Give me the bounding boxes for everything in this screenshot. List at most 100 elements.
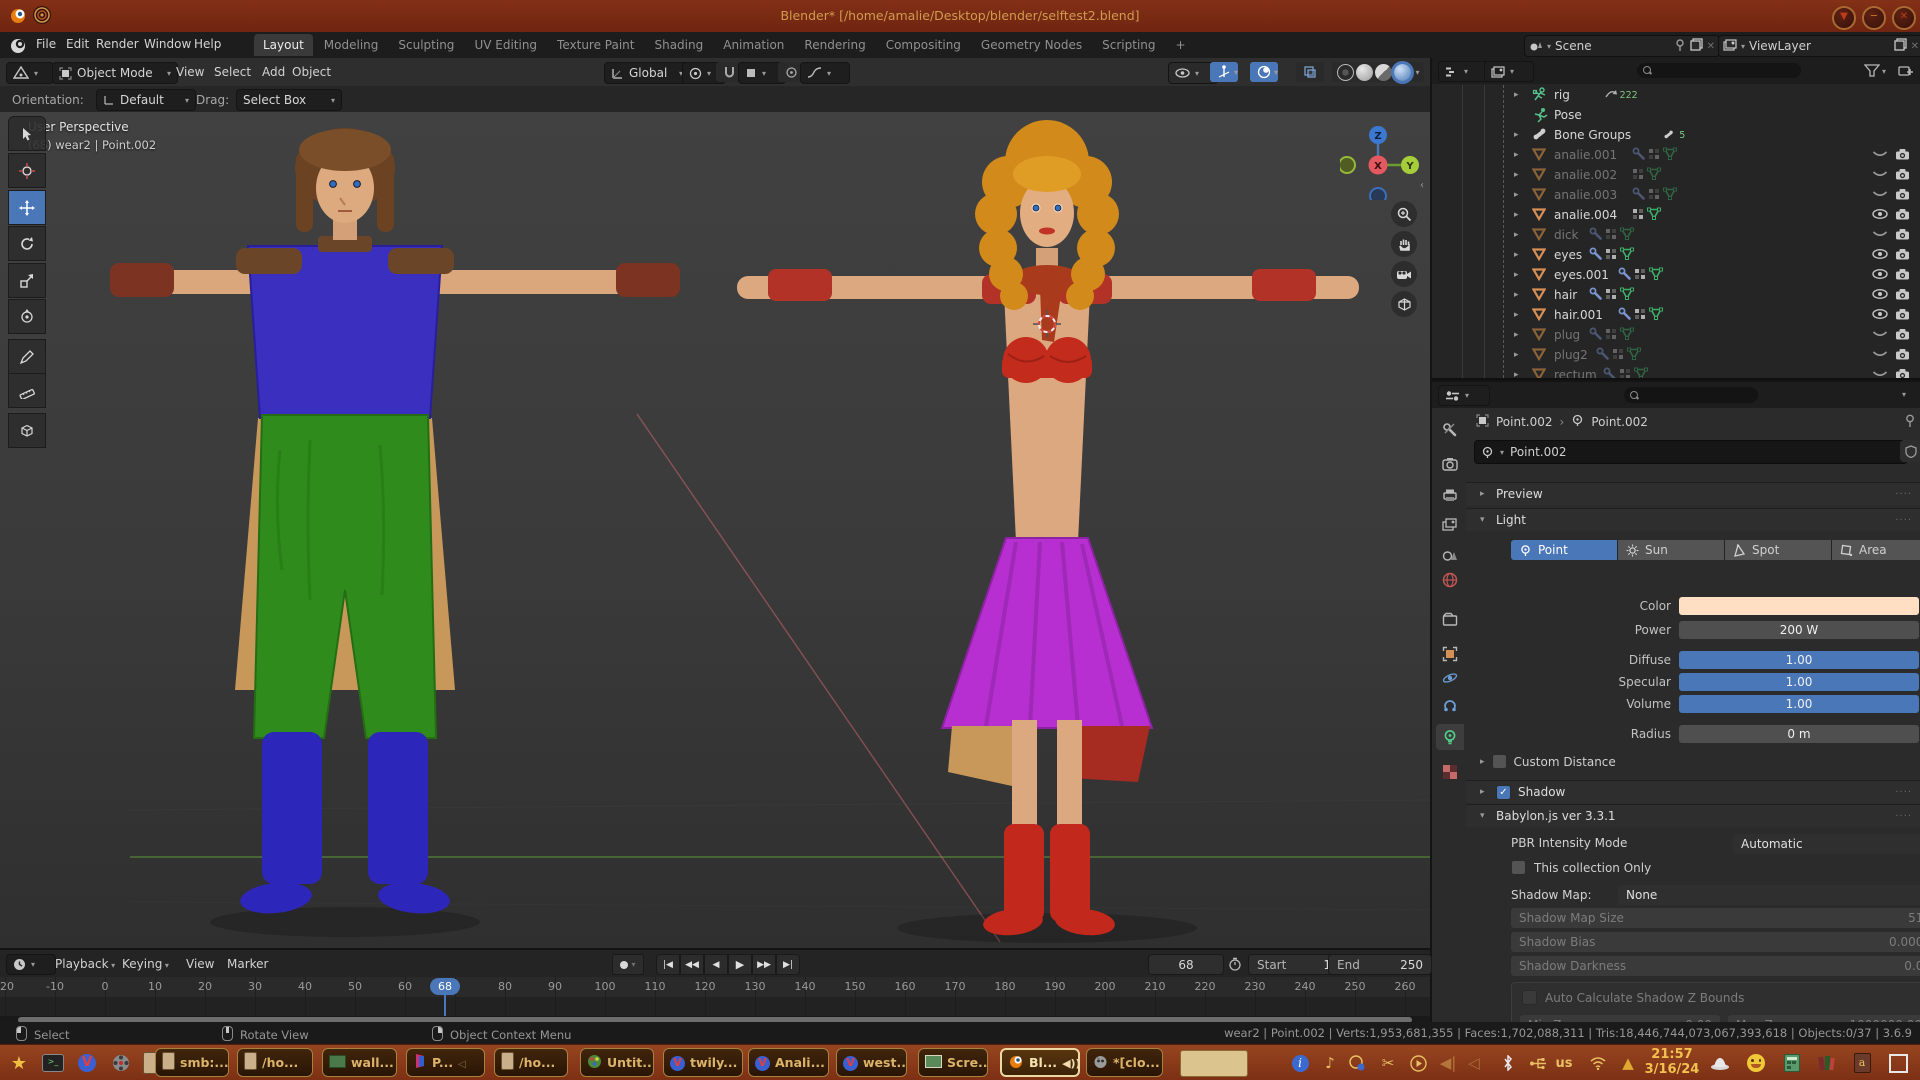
properties-tab-texture[interactable] — [1436, 759, 1464, 785]
taskbar-window-bl[interactable]: Bl...◀))) — [1000, 1048, 1080, 1077]
current-frame-pill[interactable]: 68 — [430, 978, 460, 995]
light-type-point[interactable]: Point — [1511, 540, 1618, 560]
properties-tab-data[interactable] — [1436, 724, 1464, 750]
expand-arrow-icon[interactable]: ▸ — [1514, 170, 1519, 180]
volume-slider[interactable]: 1.00 — [1679, 695, 1919, 713]
workspace-tab-layout[interactable]: Layout — [254, 34, 313, 56]
eye-open-icon[interactable] — [1872, 268, 1890, 282]
workspace-tab-sculpting[interactable]: Sculpting — [389, 34, 463, 56]
expand-arrow-icon[interactable]: ▸ — [1514, 290, 1519, 300]
shadow-checkbox[interactable]: ✓ — [1496, 785, 1511, 800]
menu-edit[interactable]: Edit — [62, 37, 93, 51]
film-reel-icon[interactable] — [108, 1050, 134, 1076]
expand-arrow-icon[interactable]: ▸ — [1514, 90, 1519, 100]
workspace-tab-uv-editing[interactable]: UV Editing — [465, 34, 546, 56]
camera-visibility-icon[interactable] — [1895, 148, 1911, 163]
breadcrumb-data[interactable]: Point.002 — [1591, 415, 1648, 429]
camera-visibility-icon[interactable] — [1895, 168, 1911, 183]
expand-arrow-icon[interactable]: ▸ — [1514, 350, 1519, 360]
shadow-darkness-row[interactable]: Shadow Darkness 0.00 — [1511, 956, 1920, 976]
camera-visibility-icon[interactable] — [1895, 368, 1911, 379]
workspace-tab-animation[interactable]: Animation — [714, 34, 793, 56]
workspace-tab-texture-paint[interactable]: Texture Paint — [548, 34, 643, 56]
taskbar-window-anali[interactable]: VAnali... — [748, 1048, 829, 1077]
scissors-icon[interactable]: ✂ — [1376, 1052, 1400, 1074]
eye-open-icon[interactable] — [1872, 208, 1890, 222]
camera-visibility-icon[interactable] — [1895, 228, 1911, 243]
close-button[interactable]: ✕ — [1892, 6, 1916, 30]
notification-area[interactable] — [1180, 1050, 1248, 1077]
taskbar-window-ho[interactable]: /ho... — [494, 1048, 568, 1077]
camera-visibility-icon[interactable] — [1895, 348, 1911, 363]
diffuse-slider[interactable]: 1.00 — [1679, 651, 1919, 669]
tool-move[interactable] — [8, 190, 46, 225]
properties-tab-physics[interactable] — [1436, 665, 1464, 691]
taskbar-window-smb[interactable]: smb:... — [155, 1048, 229, 1077]
radius-slider[interactable]: 0 m — [1679, 725, 1919, 743]
scene-selector[interactable]: ▾ Scene ✕ — [1524, 35, 1720, 57]
expand-arrow-icon[interactable]: ▸ — [1514, 310, 1519, 320]
specular-slider[interactable]: 1.00 — [1679, 673, 1919, 691]
3d-viewport[interactable]: User Perspective (68) wear2 | Point.002 … — [0, 112, 1430, 948]
tool-rotate[interactable] — [8, 226, 46, 261]
timeline-menu-keying[interactable]: Keying ▾ — [122, 957, 169, 971]
info-icon[interactable]: i — [1288, 1052, 1312, 1074]
eye-closed-icon[interactable] — [1872, 368, 1890, 378]
tool-scale[interactable] — [8, 263, 46, 298]
blender-menu-logo-icon[interactable] — [8, 35, 28, 55]
pin-id-icon[interactable] — [1904, 414, 1917, 430]
preview-panel-header[interactable]: ▸Preview ···· — [1466, 482, 1920, 505]
expand-arrow-icon[interactable]: ▸ — [1514, 130, 1519, 140]
outliner-item-eyes[interactable]: ▸eyes — [1432, 245, 1920, 265]
new-scene-icon[interactable] — [1690, 38, 1703, 54]
menu-file[interactable]: File — [32, 37, 60, 51]
end-frame-field[interactable]: End 250 — [1328, 954, 1432, 975]
tool-transform[interactable] — [8, 299, 46, 334]
playhead-line[interactable] — [444, 995, 446, 1016]
zoom-button[interactable] — [1391, 201, 1417, 227]
wifi-icon[interactable] — [1586, 1052, 1610, 1074]
taskbar-window-clo[interactable]: *[clo... — [1086, 1048, 1163, 1077]
caret-up-icon[interactable]: ▲ — [1616, 1052, 1640, 1074]
custom-distance-row[interactable]: ▸ Custom Distance — [1480, 754, 1616, 769]
auto-calc-row[interactable]: Auto Calculate Shadow Z Bounds — [1522, 990, 1744, 1005]
minimize-button[interactable]: ─ — [1862, 6, 1886, 30]
eye-closed-icon[interactable] — [1872, 328, 1890, 342]
properties-tab-view-layer[interactable] — [1436, 512, 1464, 538]
calculator-icon[interactable] — [1780, 1052, 1804, 1074]
start-frame-field[interactable]: Start 1 — [1248, 954, 1340, 975]
properties-search-input[interactable] — [1624, 387, 1758, 403]
taskbar-window-twily[interactable]: Vtwily... — [663, 1048, 743, 1077]
taskbar-window-ho[interactable]: /ho... — [237, 1048, 313, 1077]
pbr-mode-dropdown[interactable]: Automatic ▾ — [1733, 834, 1920, 854]
properties-tab-output[interactable] — [1436, 482, 1464, 508]
workspace-tab-compositing[interactable]: Compositing — [877, 34, 970, 56]
outliner-item-rig[interactable]: ▸rig222 — [1432, 85, 1920, 105]
workspace-tab-scripting[interactable]: Scripting — [1093, 34, 1164, 56]
hat-icon[interactable] — [1708, 1052, 1732, 1074]
color-swatch[interactable] — [1679, 597, 1919, 615]
light-panel-header[interactable]: ▾Light ···· — [1466, 508, 1920, 531]
pin-icon[interactable] — [1674, 39, 1686, 54]
light-type-sun[interactable]: Sun — [1618, 540, 1725, 560]
expand-arrow-icon[interactable]: ▸ — [1514, 150, 1519, 160]
books-icon[interactable] — [1814, 1052, 1838, 1074]
collection-only-row[interactable]: This collection Only — [1511, 860, 1651, 875]
taskbar-window-untit[interactable]: Untit... — [580, 1048, 654, 1077]
fake-user-shield-icon[interactable] — [1900, 440, 1920, 462]
outliner-item-plug[interactable]: ▸plug — [1432, 325, 1920, 345]
expand-arrow-icon[interactable]: ▸ — [1514, 250, 1519, 260]
wireframe-shading-icon[interactable] — [1337, 64, 1354, 81]
shadow-map-size-row[interactable]: Shadow Map Size 512 — [1511, 908, 1920, 928]
camera-visibility-icon[interactable] — [1895, 208, 1911, 223]
expand-arrow-icon[interactable]: ▸ — [1514, 190, 1519, 200]
outliner-item-analie-001[interactable]: ▸analie.001 — [1432, 145, 1920, 165]
eye-closed-icon[interactable] — [1872, 168, 1890, 182]
outliner-item-dick[interactable]: ▸dick — [1432, 225, 1920, 245]
light-type-area[interactable]: Area — [1832, 540, 1920, 560]
eye-closed-icon[interactable] — [1872, 348, 1890, 362]
falloff-selector[interactable]: ▾ — [800, 62, 850, 84]
camera-visibility-icon[interactable] — [1895, 328, 1911, 343]
taskbar-window-scre[interactable]: Scre... — [918, 1048, 988, 1077]
current-frame-field[interactable]: 68 — [1148, 954, 1224, 975]
